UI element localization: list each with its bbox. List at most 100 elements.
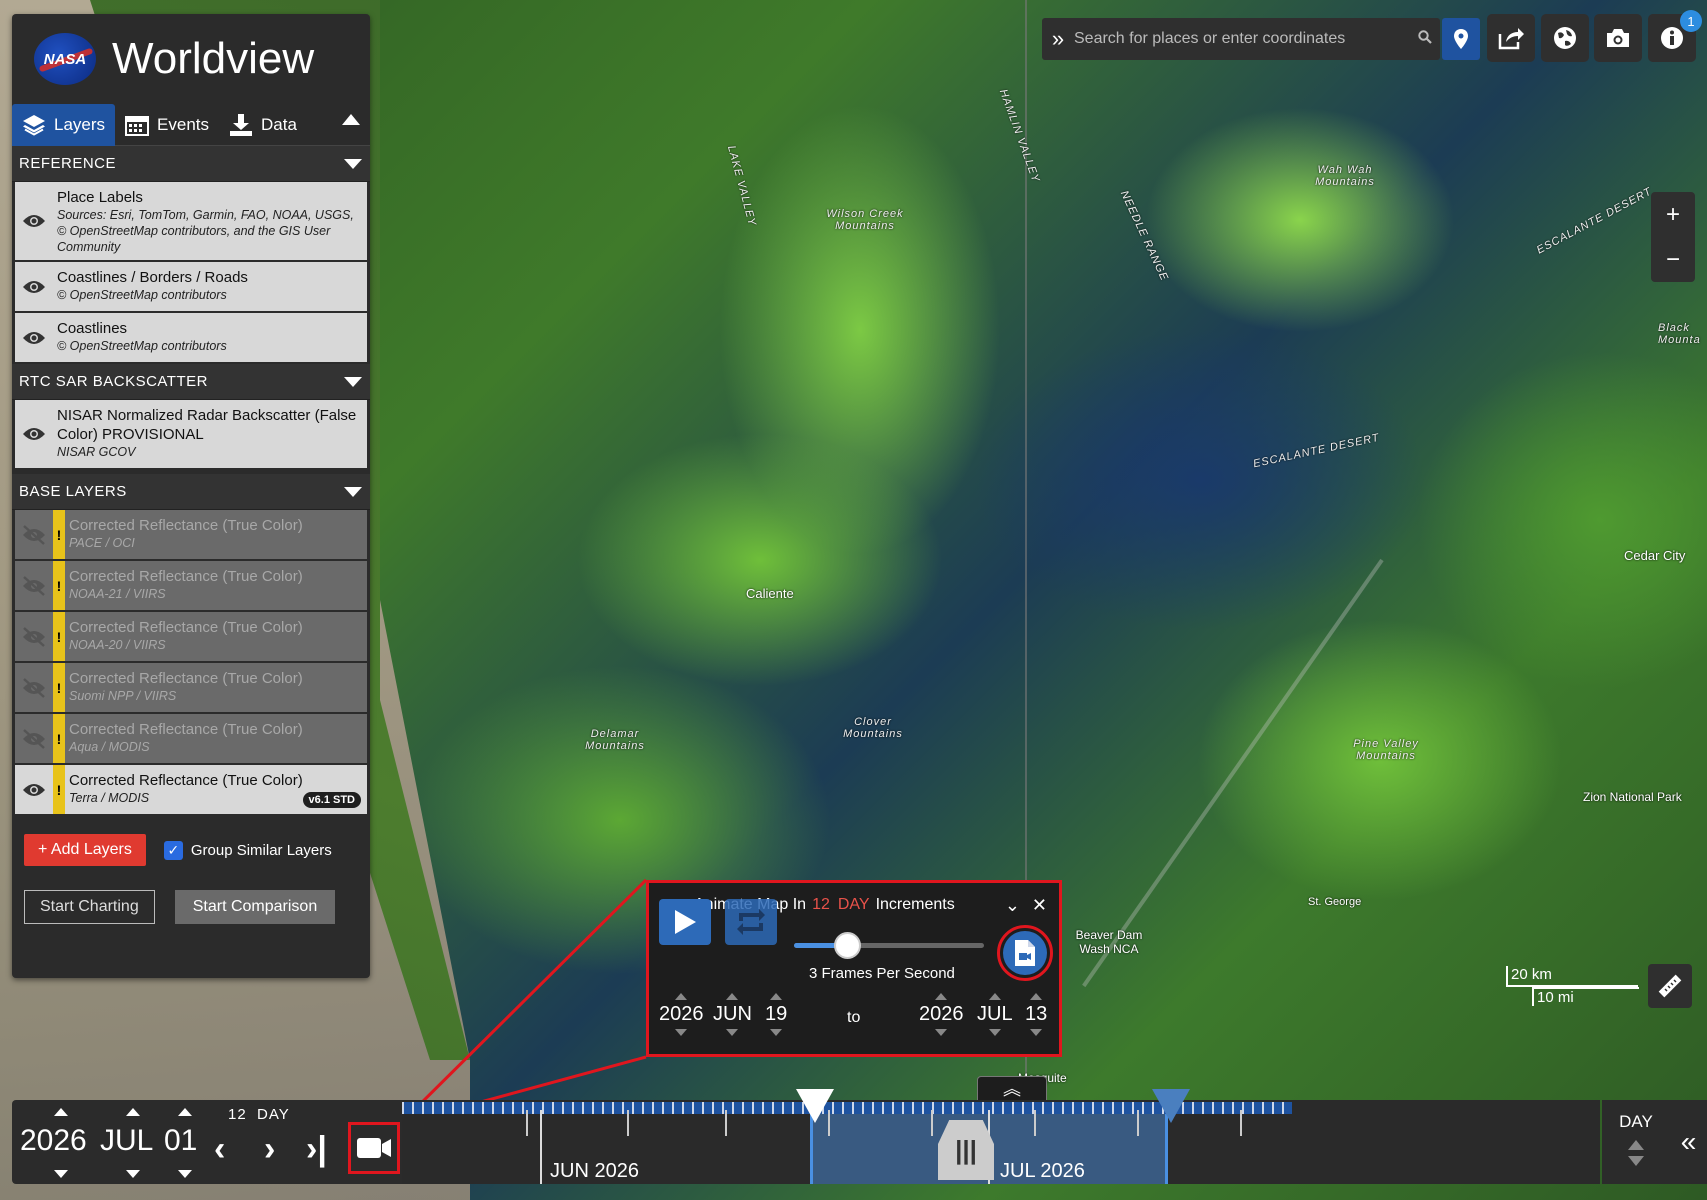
tab-data[interactable]: Data bbox=[219, 104, 307, 146]
layer-item[interactable]: Coastlines / Borders / Roads © OpenStreet… bbox=[15, 262, 367, 313]
expand-search-icon[interactable]: » bbox=[1042, 26, 1074, 52]
previous-icon[interactable]: ‹ bbox=[214, 1130, 225, 1169]
layer-item[interactable]: ! Corrected Reflectance (True Color) Aqua… bbox=[15, 714, 367, 765]
close-icon[interactable]: ✕ bbox=[1032, 895, 1047, 916]
info-button[interactable]: 1 bbox=[1648, 10, 1702, 62]
tab-events[interactable]: Events bbox=[115, 104, 219, 146]
arrow-up-icon[interactable] bbox=[1030, 993, 1043, 1000]
brand-header[interactable]: NASA Worldview bbox=[12, 14, 370, 104]
arrow-up-icon[interactable] bbox=[178, 1108, 192, 1116]
arrow-up-icon[interactable] bbox=[988, 993, 1001, 1000]
start-day[interactable]: 19 bbox=[765, 993, 787, 1036]
group-header-reference[interactable]: REFERENCE bbox=[12, 146, 370, 182]
eye-slash-icon[interactable] bbox=[15, 561, 53, 610]
arrow-up-icon[interactable] bbox=[126, 1108, 140, 1116]
group-header-base-layers[interactable]: BASE LAYERS bbox=[12, 474, 370, 510]
animation-end-marker[interactable] bbox=[1152, 1089, 1190, 1123]
measure-button[interactable] bbox=[1648, 964, 1692, 1008]
arrow-down-icon[interactable] bbox=[1030, 1029, 1043, 1036]
projection-button[interactable] bbox=[1541, 14, 1589, 62]
timeline-expand-button[interactable]: ︽ bbox=[977, 1076, 1047, 1100]
zoom-in-button[interactable]: + bbox=[1651, 192, 1695, 237]
collapse-sidebar-button[interactable] bbox=[342, 114, 360, 125]
warning-icon[interactable]: ! bbox=[53, 765, 65, 814]
start-comparison-button[interactable]: Start Comparison bbox=[174, 890, 336, 924]
eye-icon[interactable] bbox=[15, 313, 53, 362]
layer-item[interactable]: Coastlines © OpenStreetMap contributors bbox=[15, 313, 367, 364]
eye-icon[interactable] bbox=[15, 765, 53, 814]
timeline-interval[interactable]: 12 DAY bbox=[228, 1106, 290, 1123]
timeline-current-date-handle[interactable]: ||| bbox=[938, 1120, 994, 1180]
arrow-down-icon[interactable] bbox=[1628, 1156, 1644, 1166]
arrow-down-icon[interactable] bbox=[126, 1170, 140, 1178]
end-month[interactable]: JUL bbox=[977, 993, 1013, 1036]
chevron-down-icon[interactable] bbox=[344, 158, 362, 169]
warning-icon[interactable]: ! bbox=[53, 663, 65, 712]
arrow-up-icon[interactable] bbox=[935, 993, 948, 1000]
start-month[interactable]: JUN bbox=[713, 993, 752, 1036]
eye-icon[interactable] bbox=[15, 262, 53, 311]
timeline-axis[interactable]: JUN 2026 JUL 2026 ||| bbox=[402, 1100, 1600, 1184]
group-header-rtc-sar[interactable]: RTC SAR BACKSCATTER bbox=[12, 364, 370, 400]
arrow-down-icon[interactable] bbox=[988, 1029, 1001, 1036]
zoom-out-button[interactable]: − bbox=[1651, 237, 1695, 282]
increment-value[interactable]: 12 bbox=[812, 896, 830, 914]
end-day[interactable]: 13 bbox=[1025, 993, 1047, 1036]
eye-slash-icon[interactable] bbox=[15, 510, 53, 559]
checkbox-checked-icon[interactable]: ✓ bbox=[163, 840, 183, 860]
chevron-down-icon[interactable] bbox=[344, 376, 362, 387]
next-icon[interactable]: › bbox=[264, 1130, 275, 1169]
start-year[interactable]: 2026 bbox=[659, 993, 704, 1036]
chevron-down-icon[interactable]: ⌄ bbox=[1005, 895, 1020, 916]
arrow-down-icon[interactable] bbox=[675, 1029, 688, 1036]
share-button[interactable] bbox=[1487, 14, 1535, 62]
eye-slash-icon[interactable] bbox=[15, 714, 53, 763]
fps-slider[interactable] bbox=[794, 932, 984, 959]
start-charting-button[interactable]: Start Charting bbox=[24, 890, 155, 924]
layer-item[interactable]: NISAR Normalized Radar Backscatter (Fals… bbox=[15, 400, 367, 470]
animation-toggle-button[interactable] bbox=[348, 1122, 400, 1174]
layer-item[interactable]: ! Corrected Reflectance (True Color) Terr… bbox=[15, 765, 367, 816]
play-button[interactable] bbox=[659, 899, 711, 945]
arrow-up-icon[interactable] bbox=[54, 1108, 68, 1116]
tab-layers[interactable]: Layers bbox=[12, 103, 116, 146]
arrow-down-icon[interactable] bbox=[54, 1170, 68, 1178]
layer-item[interactable]: ! Corrected Reflectance (True Color) NOAA… bbox=[15, 612, 367, 663]
group-similar-toggle[interactable]: ✓ Group Similar Layers bbox=[163, 840, 332, 860]
jump-to-latest-icon[interactable]: ›| bbox=[306, 1130, 327, 1169]
timeline-day[interactable]: 01 bbox=[164, 1124, 197, 1158]
collapse-timeline-icon[interactable]: « bbox=[1670, 1100, 1707, 1184]
arrow-up-icon[interactable] bbox=[770, 993, 783, 1000]
add-layers-button[interactable]: + Add Layers bbox=[24, 834, 146, 866]
arrow-down-icon[interactable] bbox=[178, 1170, 192, 1178]
arrow-down-icon[interactable] bbox=[770, 1029, 783, 1036]
eye-icon[interactable] bbox=[15, 400, 53, 468]
arrow-up-icon[interactable] bbox=[675, 993, 688, 1000]
search-icon[interactable] bbox=[1410, 30, 1440, 48]
timeline-zoom-level[interactable]: DAY bbox=[1602, 1112, 1670, 1132]
layer-item[interactable]: ! Corrected Reflectance (True Color) PACE… bbox=[15, 510, 367, 561]
loop-button[interactable] bbox=[725, 899, 777, 945]
timeline-year[interactable]: 2026 bbox=[20, 1124, 87, 1158]
location-pin-button[interactable] bbox=[1442, 18, 1480, 60]
arrow-down-icon[interactable] bbox=[726, 1029, 739, 1036]
end-year[interactable]: 2026 bbox=[919, 993, 964, 1036]
layer-item[interactable]: ! Corrected Reflectance (True Color) NOAA… bbox=[15, 561, 367, 612]
arrow-up-icon[interactable] bbox=[1628, 1140, 1644, 1150]
fps-slider-handle[interactable] bbox=[834, 932, 862, 959]
warning-icon[interactable]: ! bbox=[53, 612, 65, 661]
arrow-down-icon[interactable] bbox=[935, 1029, 948, 1036]
search-input[interactable] bbox=[1074, 30, 1410, 48]
snapshot-button[interactable] bbox=[1594, 14, 1642, 62]
warning-icon[interactable]: ! bbox=[53, 561, 65, 610]
layer-item[interactable]: ! Corrected Reflectance (True Color) Suom… bbox=[15, 663, 367, 714]
eye-slash-icon[interactable] bbox=[15, 612, 53, 661]
warning-icon[interactable]: ! bbox=[53, 714, 65, 763]
eye-icon[interactable] bbox=[15, 182, 53, 260]
increment-unit[interactable]: DAY bbox=[838, 896, 870, 914]
layer-item[interactable]: Place Labels Sources: Esri, TomTom, Garmi… bbox=[15, 182, 367, 262]
arrow-up-icon[interactable] bbox=[726, 993, 739, 1000]
warning-icon[interactable]: ! bbox=[53, 510, 65, 559]
chevron-down-icon[interactable] bbox=[344, 486, 362, 497]
animation-start-marker[interactable] bbox=[796, 1089, 834, 1123]
